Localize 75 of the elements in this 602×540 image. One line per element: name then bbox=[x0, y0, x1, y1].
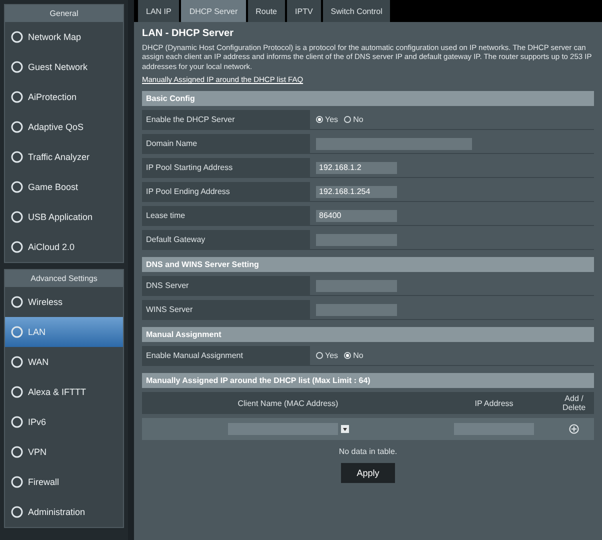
menu-item-icon bbox=[11, 416, 23, 428]
setting-label: IP Pool Ending Address bbox=[142, 182, 310, 202]
menu-item-icon bbox=[11, 211, 23, 223]
radio-button[interactable] bbox=[344, 352, 352, 360]
sidebar-item[interactable]: AiProtection bbox=[5, 82, 123, 112]
tab[interactable]: Route bbox=[248, 0, 286, 22]
input-field[interactable]: 192.168.1.2 bbox=[316, 162, 397, 174]
input-field[interactable] bbox=[316, 138, 472, 150]
sidebar-item[interactable]: Guest Network bbox=[5, 52, 123, 82]
radio-label: Yes bbox=[325, 351, 338, 360]
menu-item-icon bbox=[11, 121, 23, 133]
input-field[interactable]: 86400 bbox=[316, 210, 397, 222]
menu-item-icon bbox=[11, 61, 23, 73]
radio-button[interactable] bbox=[316, 352, 323, 360]
menu-item-icon bbox=[11, 181, 23, 193]
page-title: LAN - DHCP Server bbox=[142, 28, 235, 39]
sidebar-item[interactable]: Adaptive QoS bbox=[5, 112, 123, 142]
menu-item-icon bbox=[11, 91, 23, 103]
sidebar-section-title: General bbox=[5, 5, 123, 22]
sidebar-item[interactable]: LAN bbox=[5, 317, 123, 347]
menu-item-icon bbox=[11, 476, 23, 488]
section-header: Basic Config bbox=[142, 91, 594, 106]
input-field[interactable] bbox=[316, 304, 397, 316]
sidebar-item[interactable]: WAN bbox=[5, 347, 123, 377]
column-header: IP Address bbox=[474, 398, 514, 410]
sidebar-item[interactable]: VPN bbox=[5, 437, 123, 467]
menu-item-icon bbox=[11, 356, 23, 368]
setting-label: IP Pool Starting Address bbox=[142, 158, 310, 178]
sidebar-item[interactable]: Game Boost bbox=[5, 172, 123, 202]
tab[interactable]: DHCP Server bbox=[181, 0, 246, 22]
input-field[interactable]: 192.168.1.254 bbox=[316, 186, 397, 198]
tab[interactable]: LAN IP bbox=[138, 0, 180, 22]
menu-item-icon bbox=[11, 506, 23, 518]
radio-label: Yes bbox=[325, 115, 338, 124]
sidebar-item[interactable]: Traffic Analyzer bbox=[5, 142, 123, 172]
radio-label: No bbox=[353, 115, 364, 124]
dropdown-icon[interactable] bbox=[340, 425, 348, 434]
menu-item-icon bbox=[11, 31, 23, 43]
sidebar-item[interactable]: Administration bbox=[5, 497, 123, 527]
add-icon[interactable] bbox=[569, 424, 579, 434]
setting-label: Default Gateway bbox=[142, 230, 310, 250]
setting-label: Domain Name bbox=[142, 134, 310, 154]
apply-button[interactable]: Apply bbox=[340, 463, 396, 484]
sidebar-item[interactable]: AiCloud 2.0 bbox=[5, 232, 123, 262]
menu-item-icon bbox=[11, 151, 23, 163]
menu-item-icon bbox=[11, 386, 23, 398]
menu-item-icon bbox=[11, 296, 23, 308]
menu-item-icon bbox=[11, 446, 23, 458]
setting-label: WINS Server bbox=[142, 300, 310, 320]
tab[interactable]: Switch Control bbox=[322, 0, 390, 22]
setting-label: Enable Manual Assignment bbox=[142, 346, 310, 366]
section-header: Manual Assignment bbox=[142, 327, 594, 342]
menu-item-icon bbox=[11, 326, 23, 338]
setting-label: Lease time bbox=[142, 206, 310, 226]
column-header: Add / Delete bbox=[561, 393, 587, 414]
table-title: Manually Assigned IP around the DHCP list (Max Limit : 64) bbox=[142, 373, 594, 388]
setting-label: DNS Server bbox=[142, 276, 310, 296]
tab[interactable]: IPTV bbox=[287, 0, 321, 22]
sidebar-section-title: Advanced Settings bbox=[5, 270, 123, 287]
radio-button[interactable] bbox=[316, 116, 323, 124]
section-header: DNS and WINS Server Setting bbox=[142, 257, 594, 272]
input-field[interactable] bbox=[316, 280, 397, 292]
sidebar-item[interactable]: Alexa & IFTTT bbox=[5, 377, 123, 407]
menu-item-icon bbox=[11, 241, 23, 253]
sidebar-item[interactable]: Firewall bbox=[5, 467, 123, 497]
radio-button[interactable] bbox=[344, 116, 352, 124]
radio-label: No bbox=[353, 351, 364, 360]
setting-label: Enable the DHCP Server bbox=[142, 110, 310, 130]
input-field[interactable] bbox=[316, 234, 397, 246]
sidebar-item[interactable]: Wireless bbox=[5, 287, 123, 317]
empty-table-note: No data in table. bbox=[338, 446, 398, 458]
sidebar-item[interactable]: Network Map bbox=[5, 22, 123, 52]
sidebar-item[interactable]: IPv6 bbox=[5, 407, 123, 437]
sidebar-item[interactable]: USB Application bbox=[5, 202, 123, 232]
column-header: Client Name (MAC Address) bbox=[236, 398, 340, 410]
